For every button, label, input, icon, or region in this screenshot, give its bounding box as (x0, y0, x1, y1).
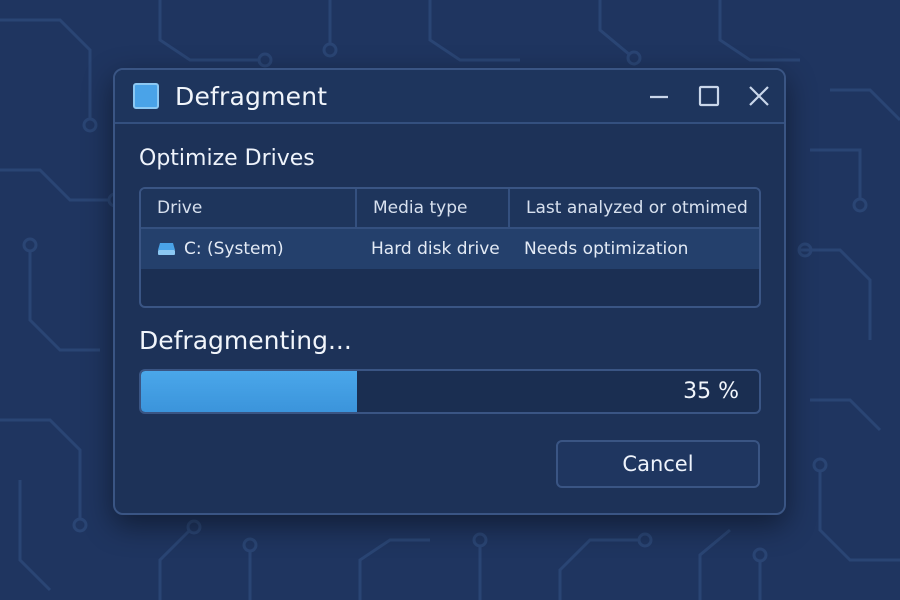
progress-label: 35 % (683, 379, 739, 404)
progress-fill (141, 371, 358, 412)
minimize-button[interactable] (634, 70, 684, 123)
status-cell: Needs optimization (524, 239, 689, 259)
title-bar[interactable]: Defragment (115, 70, 784, 124)
window-content: Optimize Drives Drive Media type Last an… (115, 124, 784, 488)
media-type-cell: Hard disk drive (371, 239, 500, 259)
minimize-icon (650, 95, 668, 99)
drive-table: Drive Media type Last analyzed or otmime… (139, 187, 761, 308)
defragment-window: Defragment Optimize Drives Drive Media t… (113, 68, 786, 515)
column-header-media-type[interactable]: Media type (355, 189, 508, 227)
drive-cell: C: (System) (141, 229, 355, 269)
maximize-button[interactable] (684, 70, 734, 123)
close-button[interactable] (734, 70, 784, 123)
drive-name: C: (System) (184, 239, 284, 259)
column-header-last-analyzed[interactable]: Last analyzed or otmimed (508, 189, 759, 227)
app-square-icon (133, 83, 159, 109)
table-row[interactable]: C: (System) Hard disk drive Needs optimi… (141, 229, 759, 269)
dialog-footer: Cancel (139, 440, 760, 488)
table-header: Drive Media type Last analyzed or otmime… (141, 189, 759, 229)
progress-bar: 35 % (139, 369, 761, 414)
drive-icon (158, 243, 175, 255)
status-heading: Defragmenting... (139, 326, 352, 355)
window-controls (634, 70, 784, 122)
cancel-button[interactable]: Cancel (556, 440, 760, 488)
maximize-icon (698, 85, 720, 107)
section-title: Optimize Drives (139, 146, 315, 171)
window-title: Defragment (175, 81, 328, 111)
column-header-drive[interactable]: Drive (141, 189, 355, 227)
close-icon (749, 86, 769, 106)
